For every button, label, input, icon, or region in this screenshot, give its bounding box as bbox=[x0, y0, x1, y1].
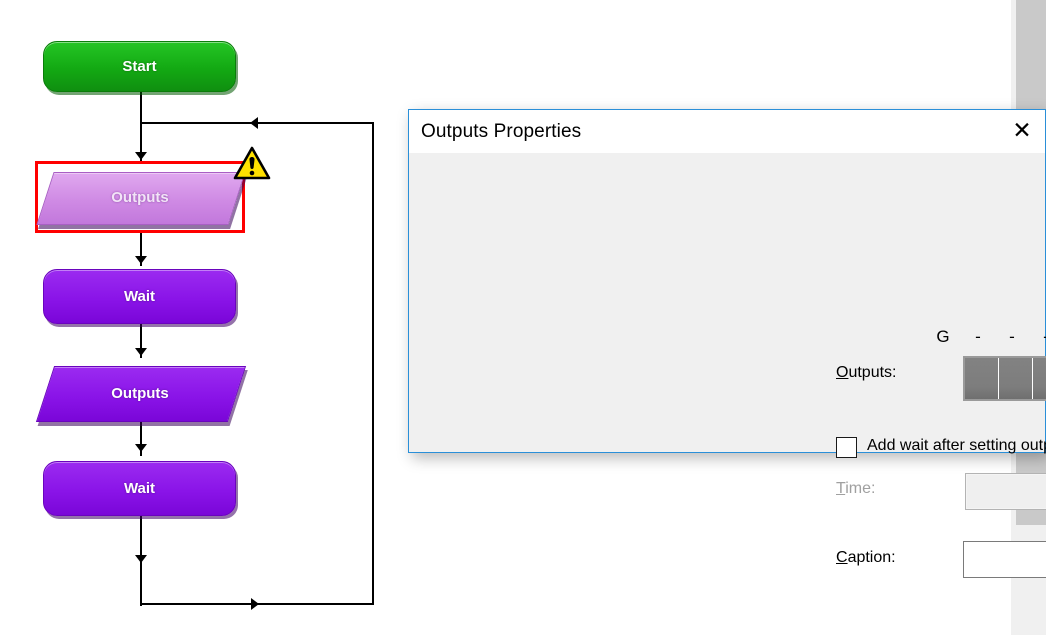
bit-header-1: - bbox=[975, 327, 981, 346]
warning-triangle-icon[interactable] bbox=[233, 146, 271, 180]
flowchart-node-label: Outputs bbox=[111, 189, 169, 206]
flowchart-node-label: Outputs bbox=[111, 384, 169, 402]
dialog-title: Outputs Properties bbox=[421, 120, 582, 142]
flowchart-node-outputs-1[interactable]: Outputs bbox=[36, 172, 246, 225]
bit-cell-2[interactable] bbox=[1032, 358, 1046, 399]
flowchart-node-label: Wait bbox=[123, 480, 156, 497]
time-label: Time: bbox=[836, 480, 876, 497]
bit-header-row: G - - - 4 - 2 - 0 bbox=[922, 327, 1046, 351]
connector-loop-right bbox=[372, 122, 374, 605]
time-value bbox=[967, 475, 1046, 508]
arrow-left-loop-top bbox=[250, 117, 258, 129]
time-dropdown[interactable] bbox=[965, 473, 1046, 510]
dialog-title-bar[interactable]: Outputs Properties ✕ bbox=[409, 109, 1045, 153]
bit-cell-0[interactable] bbox=[965, 358, 999, 399]
arrow-down-outputs2 bbox=[135, 348, 147, 356]
flowchart-node-outputs-2[interactable]: Outputs bbox=[35, 366, 247, 422]
bit-header-3: - bbox=[1035, 327, 1046, 347]
add-wait-checkbox-label[interactable]: Add wait after setting output (optional) bbox=[867, 437, 1046, 455]
close-icon[interactable]: ✕ bbox=[999, 110, 1045, 154]
outputs-properties-dialog: Outputs Properties ✕ Outputs: G - - - 4 … bbox=[408, 109, 1046, 578]
flowchart-node-wait-2[interactable]: Wait bbox=[43, 461, 236, 516]
outputs-label: Outputs: bbox=[836, 364, 897, 381]
arrow-down-outputs1 bbox=[135, 152, 147, 160]
bit-header-0: G bbox=[936, 327, 950, 346]
flowchart-node-start[interactable]: Start bbox=[43, 41, 236, 92]
outputs-bit-editor[interactable]: × × 1 bbox=[963, 356, 1046, 401]
caption-label: Caption: bbox=[836, 549, 896, 566]
flowchart-node-wait-1[interactable]: Wait bbox=[43, 269, 236, 324]
bit-cell-1[interactable] bbox=[998, 358, 1033, 399]
dialog-body: Outputs: G - - - 4 - 2 - 0 × × 1 Add wai… bbox=[409, 153, 1046, 578]
bit-header-2: - bbox=[1009, 327, 1015, 346]
add-wait-checkbox[interactable] bbox=[836, 437, 857, 458]
arrow-down-wait1 bbox=[135, 256, 147, 264]
caption-input[interactable] bbox=[963, 541, 1046, 578]
flowchart-node-label: Start bbox=[122, 58, 157, 75]
arrow-down-wait2 bbox=[135, 444, 147, 452]
flowchart-node-label: Wait bbox=[123, 288, 156, 305]
arrow-right-loop-bottom bbox=[251, 598, 259, 610]
arrow-down-loop-bottom bbox=[135, 555, 147, 563]
